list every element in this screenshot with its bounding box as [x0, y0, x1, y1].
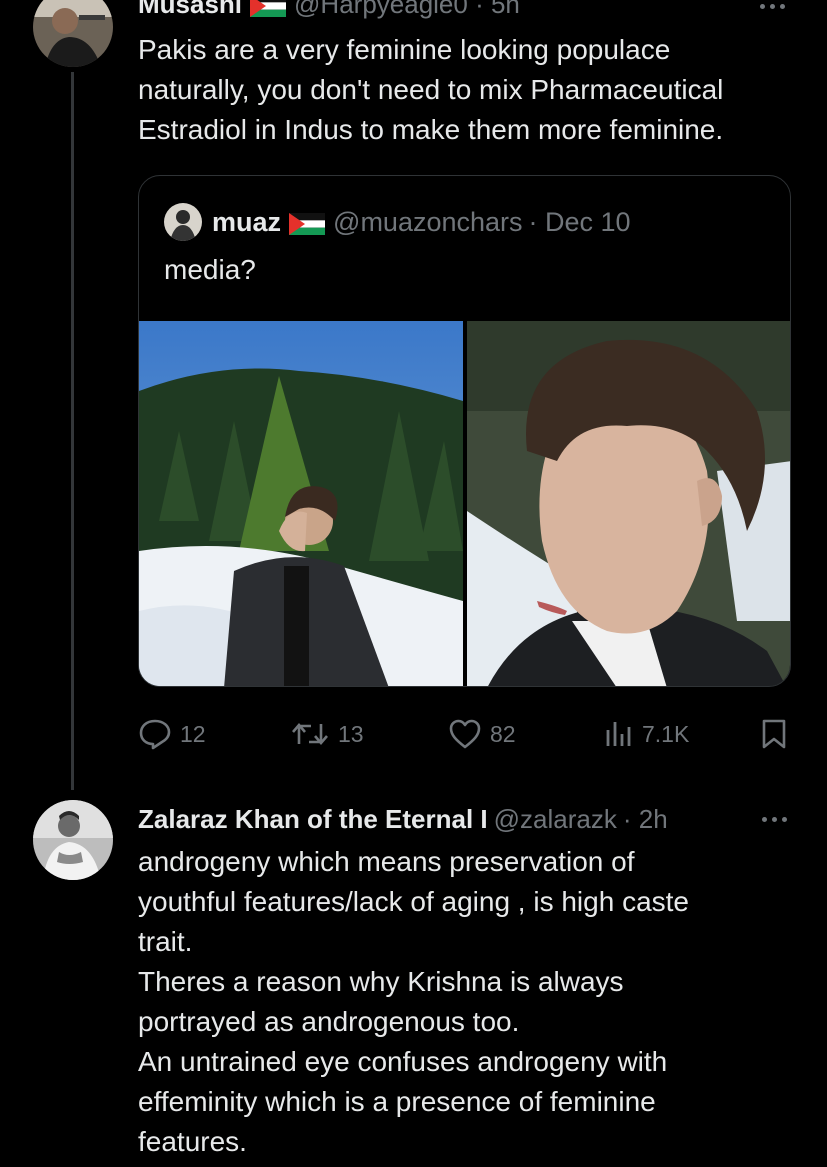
quote-date[interactable]: · Dec 10 — [529, 207, 631, 238]
like-count: 82 — [490, 720, 516, 747]
media-photo-2[interactable] — [467, 321, 790, 686]
thread-line — [71, 72, 74, 790]
quote-tweet-card[interactable]: muaz @muazonchars · Dec 10 media? — [138, 175, 791, 687]
author-name[interactable]: Zalaraz Khan of the Eternal I — [138, 804, 488, 835]
palestine-flag-icon — [250, 0, 287, 17]
tweet-text-line: trait. — [138, 926, 193, 957]
tweet-text-line: portrayed as androgenous too. — [138, 1006, 520, 1037]
quote-handle[interactable]: @muazonchars — [333, 207, 523, 238]
quote-author-name[interactable]: muaz — [212, 207, 281, 238]
avatar-muaz[interactable] — [164, 203, 202, 241]
tweet-text-line: naturally, you don't need to mix Pharmac… — [138, 74, 724, 105]
tweet-text: androgeny which means preservation of yo… — [138, 842, 808, 1162]
views-button[interactable]: 7.1K — [604, 717, 689, 751]
timestamp[interactable]: · 2h — [623, 804, 668, 835]
retweet-count: 13 — [338, 720, 364, 747]
tweet-header: Musashi @Harpyeagle0 · 5h — [138, 0, 520, 21]
tweet-text-line: effeminity which is a presence of femini… — [138, 1086, 656, 1117]
like-icon — [449, 719, 481, 749]
tweet-text-line: Theres a reason why Krishna is always — [138, 966, 624, 997]
views-count: 7.1K — [642, 720, 690, 747]
avatar-musashi[interactable] — [33, 0, 113, 67]
handle-time[interactable]: @Harpyeagle0 · 5h — [294, 0, 520, 20]
tweet-text-line: Pakis are a very feminine looking popula… — [138, 34, 671, 65]
tweet-header: Zalaraz Khan of the Eternal I @zalarazk … — [138, 800, 668, 838]
palestine-flag-icon — [289, 211, 326, 235]
tweet-text-line: An untrained eye confuses androgeny with — [138, 1046, 668, 1077]
media-photo-1[interactable] — [139, 321, 463, 686]
reply-icon — [139, 719, 171, 750]
bookmark-button[interactable] — [760, 718, 788, 755]
more-icon[interactable] — [762, 817, 787, 822]
retweet-button[interactable]: 13 — [290, 717, 364, 751]
handle[interactable]: @zalarazk — [494, 804, 617, 835]
views-icon — [606, 722, 631, 746]
tweet-text: Pakis are a very feminine looking popula… — [138, 30, 808, 150]
like-button[interactable]: 82 — [448, 717, 516, 751]
reply-count: 12 — [180, 720, 206, 747]
retweet-icon — [292, 723, 328, 745]
tweet-text-line: features. — [138, 1126, 247, 1157]
author-name[interactable]: Musashi — [138, 0, 242, 20]
reply-button[interactable]: 12 — [138, 717, 206, 751]
tweet-text-line: androgeny which means preservation of — [138, 846, 635, 877]
bookmark-icon — [762, 719, 786, 749]
avatar-zalaraz[interactable] — [33, 800, 113, 880]
more-icon[interactable] — [760, 4, 785, 9]
quote-text: media? — [164, 254, 256, 285]
tweet-text-line: youthful features/lack of aging , is hig… — [138, 886, 689, 917]
quote-header: muaz @muazonchars · Dec 10 — [212, 204, 631, 240]
tweet-text-line: Estradiol in Indus to make them more fem… — [138, 114, 724, 145]
